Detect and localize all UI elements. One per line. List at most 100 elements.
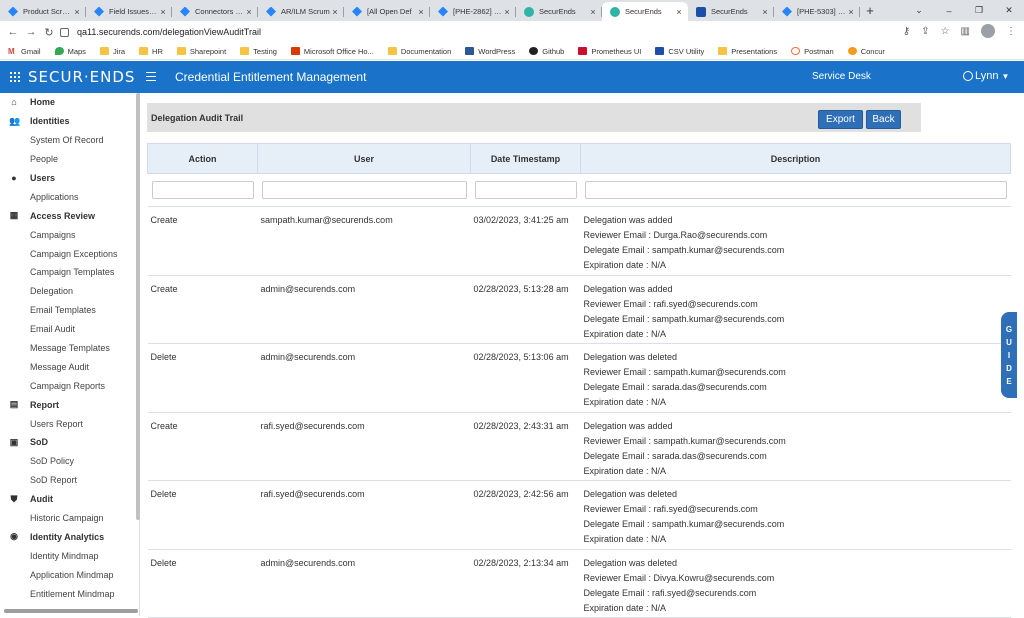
sidebar-item-identity-mindmap[interactable]: Identity Mindmap bbox=[0, 546, 139, 565]
share-icon[interactable]: ⇪ bbox=[921, 26, 929, 37]
bookmark-item[interactable]: Postman bbox=[791, 47, 834, 56]
action-filter-input[interactable] bbox=[151, 181, 254, 199]
postman-icon bbox=[791, 47, 801, 55]
tab-close-icon[interactable]: × bbox=[416, 7, 426, 17]
column-header-user[interactable]: User bbox=[257, 143, 471, 174]
bookmark-item[interactable]: Documentation bbox=[387, 47, 451, 56]
browser-tab[interactable]: Field Issues Ka × bbox=[86, 2, 172, 21]
bookmark-item[interactable]: HR bbox=[139, 47, 163, 56]
sidebar-item-sod-policy[interactable]: SoD Policy bbox=[0, 452, 139, 471]
tab-close-icon[interactable]: × bbox=[72, 7, 82, 17]
bookmark-item[interactable]: Sharepoint bbox=[176, 47, 226, 56]
tab-close-icon[interactable]: × bbox=[158, 7, 168, 17]
sidepanel-icon[interactable]: ▥ bbox=[961, 26, 970, 37]
action-cell: Create bbox=[147, 412, 258, 481]
tab-close-icon[interactable]: × bbox=[244, 7, 254, 17]
tab-close-icon[interactable]: × bbox=[502, 7, 512, 17]
browser-tab[interactable]: SecurEnds × bbox=[516, 2, 602, 21]
timestamp-filter-input[interactable] bbox=[474, 181, 577, 199]
new-tab-button[interactable]: + bbox=[860, 2, 880, 21]
forward-arrow-icon[interactable]: → bbox=[22, 26, 40, 38]
sidebar-item-campaign-templates[interactable]: Campaign Templates bbox=[0, 263, 139, 282]
sidebar-item-sod-report[interactable]: SoD Report bbox=[0, 471, 139, 490]
sidebar-item-campaigns[interactable]: Campaigns bbox=[0, 225, 139, 244]
address-bar-actions: ⚷ ⇪ ☆ ▥ ⋮ bbox=[903, 24, 1016, 38]
office-icon bbox=[290, 47, 300, 55]
description-filter-input[interactable] bbox=[584, 181, 1007, 199]
sidebar-item-delegation[interactable]: Delegation bbox=[0, 282, 139, 301]
sidebar-item-historic-campaign[interactable]: Historic Campaign bbox=[0, 509, 139, 528]
tab-search-icon[interactable]: ⌄ bbox=[904, 5, 934, 16]
tab-close-icon[interactable]: × bbox=[674, 7, 684, 17]
close-window-icon[interactable]: ✕ bbox=[994, 5, 1024, 16]
sidebar-section-identity-analytics[interactable]: ◉ Identity Analytics bbox=[0, 527, 139, 546]
browser-tab[interactable]: Product Scrum × bbox=[0, 2, 86, 21]
back-arrow-icon[interactable]: ← bbox=[4, 26, 22, 38]
table-row: Delete admin@securends.com 02/28/2023, 2:1… bbox=[147, 549, 1011, 618]
bookmark-item[interactable]: Presentations bbox=[718, 47, 777, 56]
service-desk-link[interactable]: Service Desk bbox=[812, 71, 871, 82]
sidebar-section-users[interactable]: ● Users bbox=[0, 169, 139, 188]
sidebar-horizontal-scrollbar[interactable] bbox=[4, 609, 138, 613]
sidebar-item-users-report[interactable]: Users Report bbox=[0, 414, 139, 433]
browser-tab[interactable]: Connectors Sc × bbox=[172, 2, 258, 21]
bookmark-item[interactable]: Jira bbox=[99, 47, 125, 56]
bookmark-item[interactable]: Microsoft Office Ho... bbox=[290, 47, 374, 56]
sidebar-section-report[interactable]: ▤ Report bbox=[0, 395, 139, 414]
sidebar-item-people[interactable]: People bbox=[0, 150, 139, 169]
restore-icon[interactable]: ❐ bbox=[964, 5, 994, 16]
tab-close-icon[interactable]: × bbox=[330, 7, 340, 17]
reload-icon[interactable]: ↻ bbox=[40, 26, 58, 39]
menu-dots-icon[interactable]: ⋮ bbox=[1006, 26, 1016, 37]
sidebar-section-identities[interactable]: 👥 Identities bbox=[0, 112, 139, 131]
guide-tab[interactable]: GUIDE bbox=[1001, 312, 1017, 398]
sidebar-section-home[interactable]: ⌂ Home bbox=[0, 93, 139, 112]
sidebar-item-message-audit[interactable]: Message Audit bbox=[0, 357, 139, 376]
bookmark-item[interactable]: Testing bbox=[240, 47, 277, 56]
browser-tab[interactable]: AR/ILM Scrum × bbox=[258, 2, 344, 21]
user-filter-input[interactable] bbox=[261, 181, 467, 199]
bookmark-item[interactable]: Maps bbox=[54, 47, 86, 56]
url-field[interactable]: qa11.securends.com/delegationViewAuditTr… bbox=[60, 23, 960, 41]
sidebar-item-campaign-exceptions[interactable]: Campaign Exceptions bbox=[0, 244, 139, 263]
hamburger-menu-icon[interactable] bbox=[146, 72, 156, 81]
sidebar-item-campaign-reports[interactable]: Campaign Reports bbox=[0, 376, 139, 395]
tab-close-icon[interactable]: × bbox=[846, 7, 856, 17]
column-header-action[interactable]: Action bbox=[147, 143, 258, 174]
user-menu[interactable]: Lynn ▼ bbox=[963, 70, 1009, 82]
sidebar-scrollbar[interactable] bbox=[136, 93, 140, 520]
browser-tab[interactable]: SecurEnds × bbox=[602, 2, 688, 21]
back-button[interactable]: Back bbox=[866, 110, 901, 129]
key-icon[interactable]: ⚷ bbox=[903, 26, 910, 37]
sidebar-item-email-audit[interactable]: Email Audit bbox=[0, 320, 139, 339]
star-icon[interactable]: ☆ bbox=[941, 26, 950, 37]
browser-tab[interactable]: [PHE-2862] De × bbox=[430, 2, 516, 21]
browser-tab[interactable]: [PHE-5303] Ca × bbox=[774, 2, 860, 21]
bookmark-item[interactable]: Prometheus UI bbox=[578, 47, 641, 56]
column-header-timestamp[interactable]: Date Timestamp bbox=[470, 143, 581, 174]
sidebar-section-sod[interactable]: ▣ SoD bbox=[0, 433, 139, 452]
bookmark-item[interactable]: Github bbox=[529, 47, 564, 56]
profile-avatar-icon[interactable] bbox=[981, 24, 995, 38]
sidebar-item-applications[interactable]: Applications bbox=[0, 187, 139, 206]
sidebar-section-audit[interactable]: ⛊ Audit bbox=[0, 490, 139, 509]
bookmark-item[interactable]: Concur bbox=[847, 47, 885, 56]
sidebar-item-message-templates[interactable]: Message Templates bbox=[0, 339, 139, 358]
export-button[interactable]: Export bbox=[818, 110, 863, 129]
bookmark-item[interactable]: M Gmail bbox=[8, 47, 41, 57]
sidebar-section-access-review[interactable]: ▦ Access Review bbox=[0, 206, 139, 225]
column-header-description[interactable]: Description bbox=[580, 143, 1011, 174]
tab-label: SecurEnds bbox=[711, 7, 748, 16]
sidebar-item-system-of-record[interactable]: System Of Record bbox=[0, 131, 139, 150]
tab-close-icon[interactable]: × bbox=[760, 7, 770, 17]
bookmark-item[interactable]: CSV Utility bbox=[655, 47, 704, 56]
app-grid-icon[interactable] bbox=[10, 72, 20, 82]
browser-tab[interactable]: [All Open Def × bbox=[344, 2, 430, 21]
browser-tab[interactable]: SecurEnds × bbox=[688, 2, 774, 21]
bookmark-item[interactable]: WordPress bbox=[465, 47, 515, 56]
tab-close-icon[interactable]: × bbox=[588, 7, 598, 17]
sidebar-item-entitlement-mindmap[interactable]: Entitlement Mindmap bbox=[0, 584, 139, 603]
minimize-icon[interactable]: – bbox=[934, 6, 964, 16]
sidebar-item-email-templates[interactable]: Email Templates bbox=[0, 301, 139, 320]
sidebar-item-application-mindmap[interactable]: Application Mindmap bbox=[0, 565, 139, 584]
